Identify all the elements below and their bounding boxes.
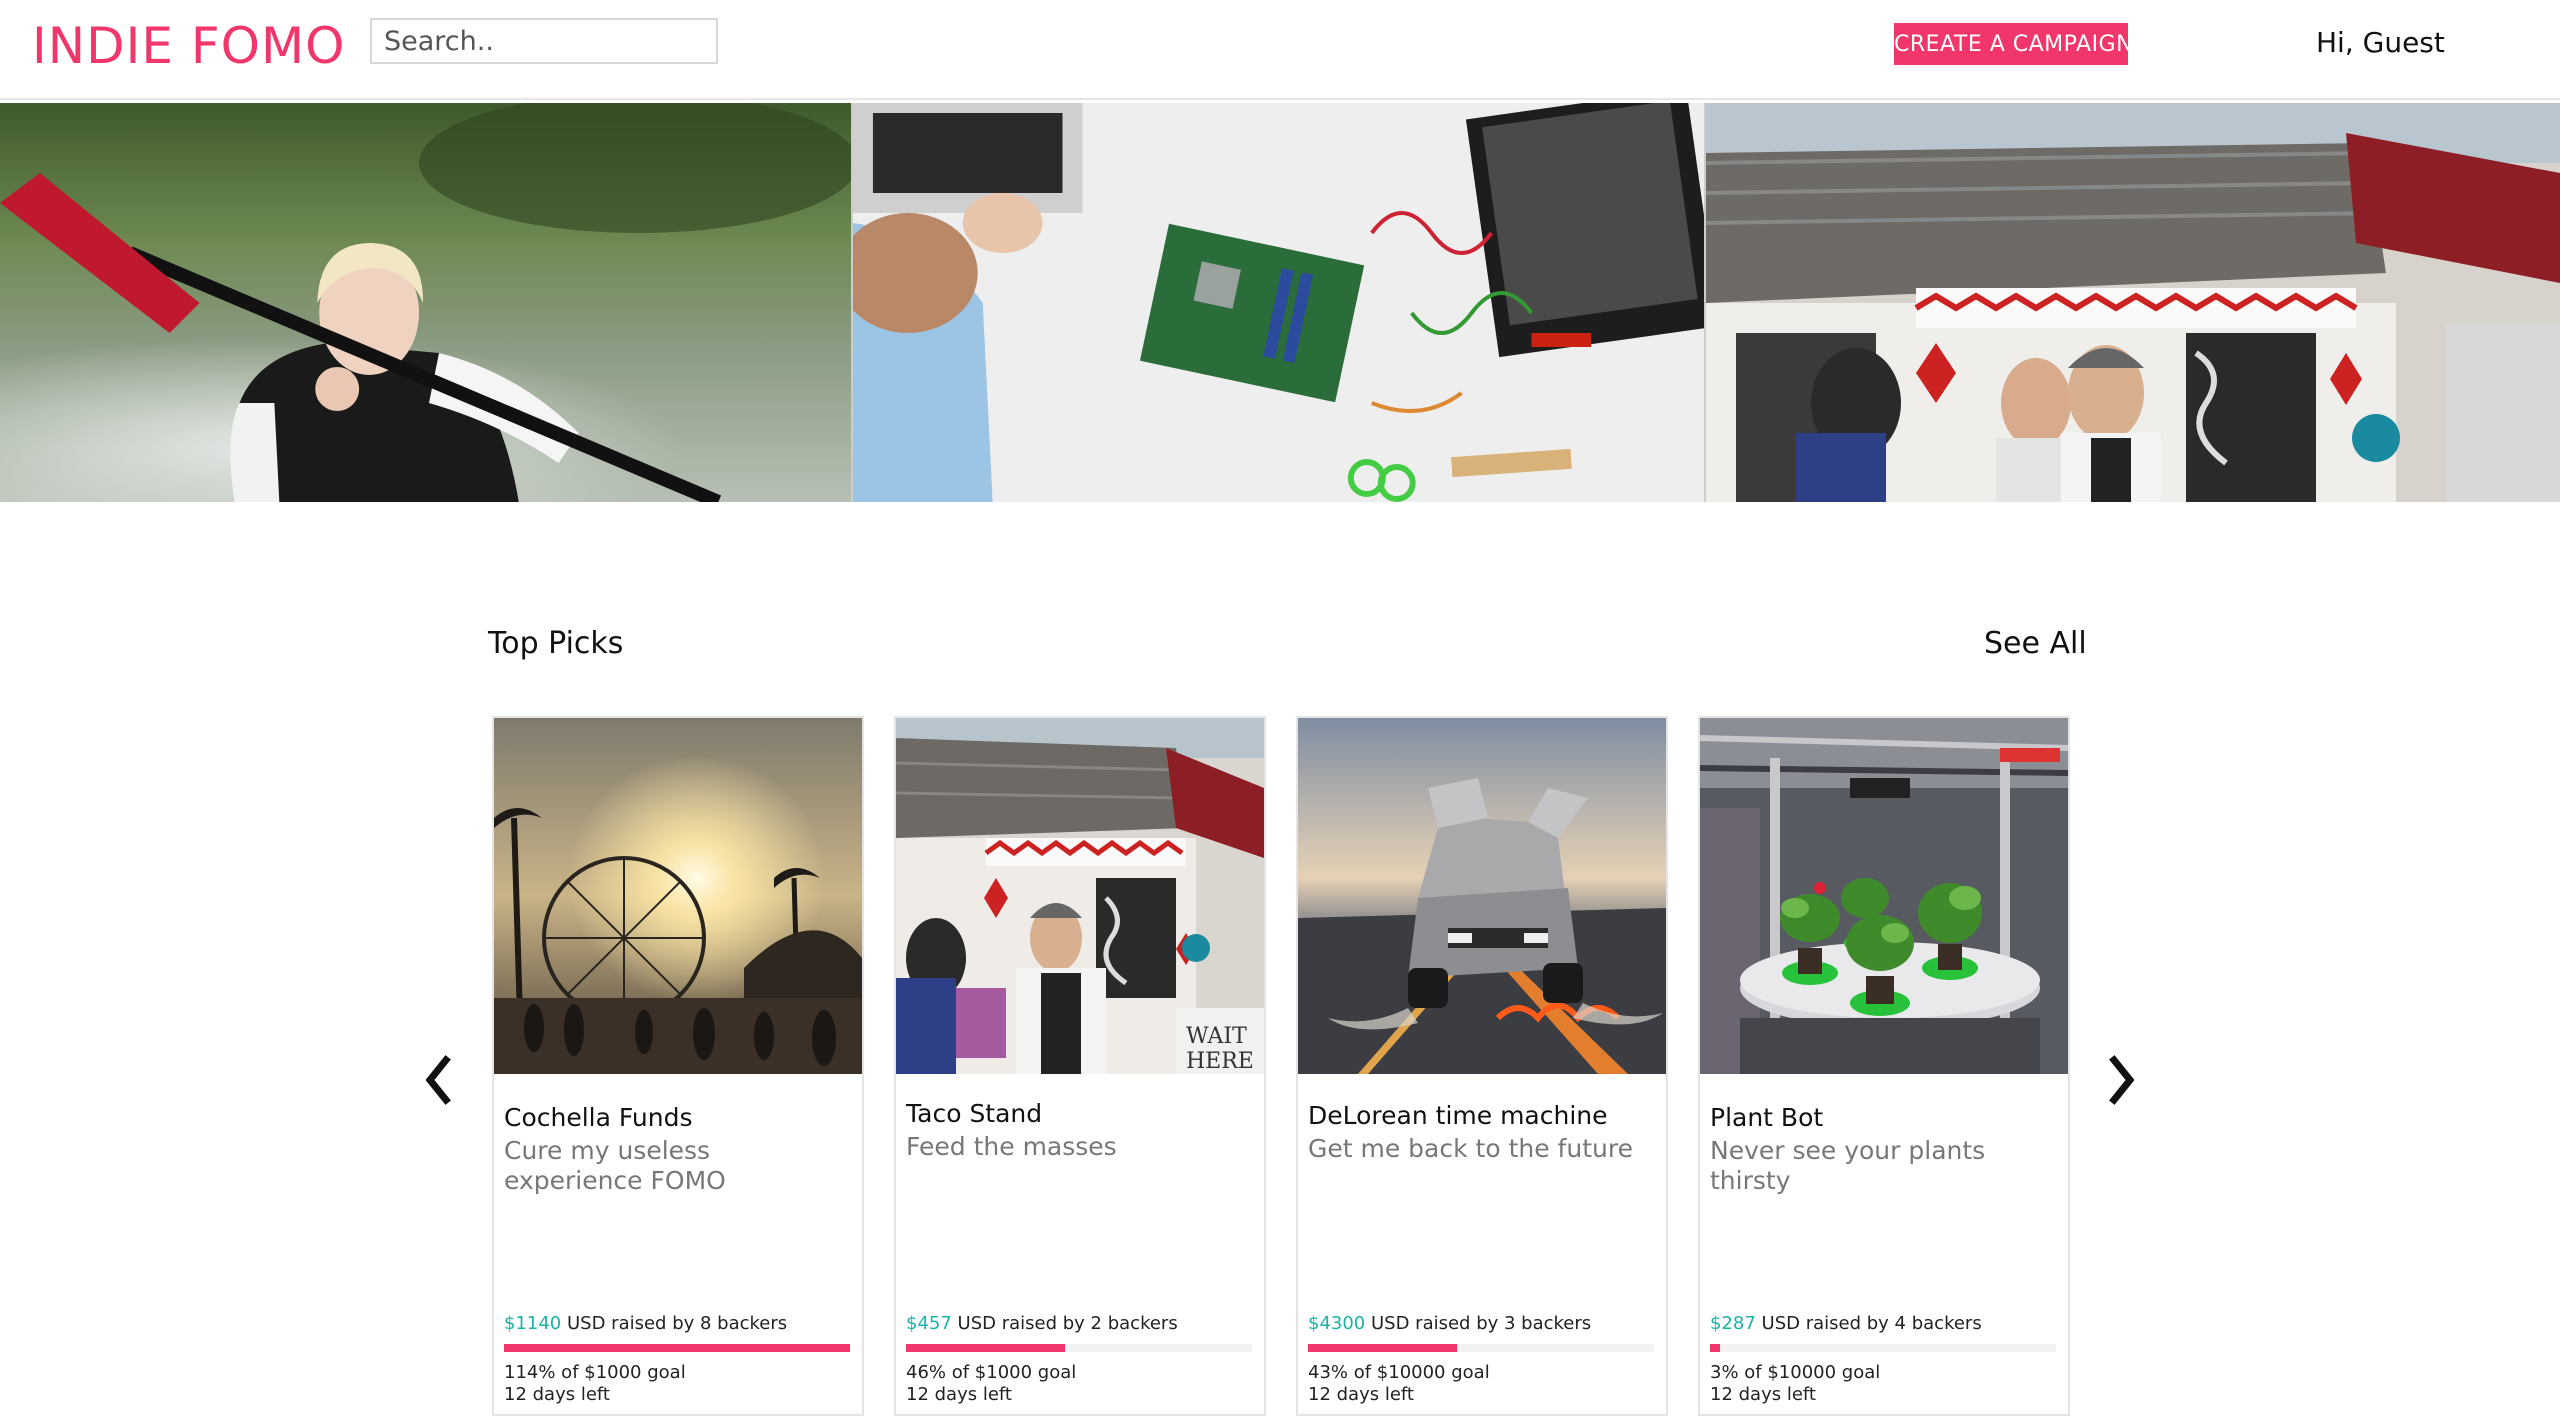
campaign-raised: $4300 USD raised by 3 backers	[1308, 1312, 1664, 1336]
section-title-top-picks: Top Picks	[488, 626, 624, 661]
campaign-goal: 114% of $1000 goal	[504, 1362, 686, 1383]
campaign-raised: $457 USD raised by 2 backers	[906, 1312, 1262, 1336]
campaign-image: WAIT HERE	[896, 718, 1264, 1074]
campaign-title: Plant Bot	[1710, 1103, 1824, 1132]
funding-progress-bar	[1308, 1344, 1654, 1352]
progress-fill	[1710, 1344, 1721, 1352]
search-input[interactable]	[370, 18, 718, 64]
campaign-image	[1700, 718, 2068, 1074]
campaign-title: Taco Stand	[906, 1099, 1043, 1128]
progress-fill	[1308, 1344, 1457, 1352]
campaign-card[interactable]: Cochella Funds Cure my useless experienc…	[492, 716, 864, 1416]
raised-amount: $457	[906, 1313, 952, 1334]
create-campaign-button[interactable]: CREATE A CAMPAIGN	[1894, 23, 2133, 65]
campaign-goal: 46% of $1000 goal	[906, 1362, 1077, 1383]
hero-image-taco-stand[interactable]	[1706, 103, 2560, 502]
campaign-days-left: 12 days left	[1308, 1384, 1414, 1405]
chevron-right-icon[interactable]	[2102, 1050, 2142, 1110]
campaign-days-left: 12 days left	[504, 1384, 610, 1405]
raised-label: USD raised by 4 backers	[1755, 1313, 1982, 1334]
campaign-image	[1298, 718, 1666, 1074]
raised-label: USD raised by 8 backers	[561, 1313, 788, 1334]
raised-amount: $1140	[504, 1313, 562, 1334]
progress-fill	[504, 1344, 850, 1352]
campaign-image	[494, 718, 862, 1074]
campaign-days-left: 12 days left	[1710, 1384, 1816, 1405]
raised-amount: $4300	[1308, 1313, 1366, 1334]
funding-progress-bar	[1710, 1344, 2056, 1352]
campaign-description: Cure my useless experience FOMO	[504, 1136, 726, 1195]
hero-image-kayaker[interactable]	[0, 103, 853, 502]
campaign-card[interactable]: Plant Bot Never see your plants thirsty …	[1698, 716, 2070, 1416]
raised-label: USD raised by 2 backers	[951, 1313, 1178, 1334]
campaign-raised: $1140 USD raised by 8 backers	[504, 1312, 860, 1336]
raised-amount: $287	[1710, 1313, 1756, 1334]
campaign-carousel: Cochella Funds Cure my useless experienc…	[492, 716, 2070, 1416]
campaign-description: Get me back to the future	[1308, 1134, 1633, 1163]
campaign-title: Cochella Funds	[504, 1103, 693, 1132]
hero-banner	[0, 103, 2560, 502]
campaign-card[interactable]: DeLorean time machine Get me back to the…	[1296, 716, 1668, 1416]
progress-fill	[906, 1344, 1066, 1352]
site-logo[interactable]: INDIE FOMO	[32, 16, 346, 76]
svg-text:HERE: HERE	[1186, 1049, 1254, 1074]
campaign-raised: $287 USD raised by 4 backers	[1710, 1312, 2066, 1336]
raised-label: USD raised by 3 backers	[1365, 1313, 1592, 1334]
user-greeting[interactable]: Hi, Guest	[2316, 24, 2445, 62]
campaign-days-left: 12 days left	[906, 1384, 1012, 1405]
top-navbar: INDIE FOMO CREATE A CAMPAIGN Hi, Guest	[0, 0, 2560, 100]
funding-progress-bar	[504, 1344, 850, 1352]
campaign-card[interactable]: WAIT HERE Taco Stand Feed the masses $45…	[894, 716, 1266, 1416]
campaign-description: Never see your plants thirsty	[1710, 1136, 1986, 1195]
campaign-goal: 3% of $10000 goal	[1710, 1362, 1881, 1383]
chevron-left-icon[interactable]	[418, 1050, 458, 1110]
see-all-link[interactable]: See All	[1984, 624, 2087, 664]
funding-progress-bar	[906, 1344, 1252, 1352]
hero-image-electronics[interactable]	[853, 103, 1706, 502]
campaign-description: Feed the masses	[906, 1132, 1117, 1161]
campaign-goal: 43% of $10000 goal	[1308, 1362, 1490, 1383]
campaign-title: DeLorean time machine	[1308, 1101, 1608, 1130]
svg-text:WAIT: WAIT	[1186, 1024, 1247, 1049]
